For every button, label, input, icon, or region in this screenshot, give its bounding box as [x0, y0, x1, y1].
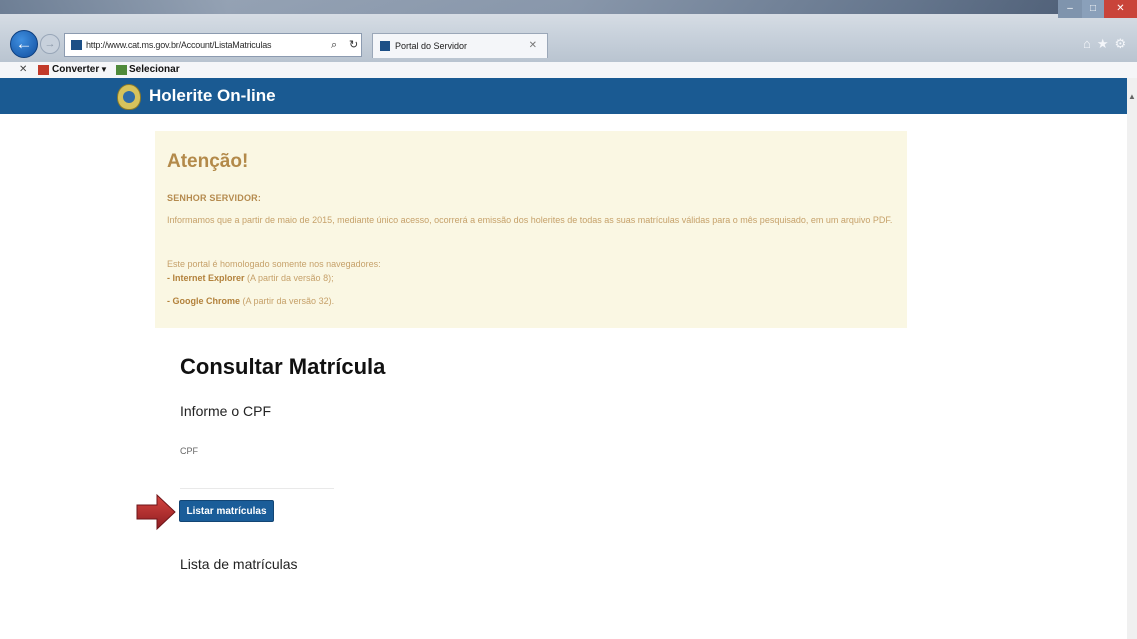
alert-paragraph-browsers: Este portal é homologado somente nos nav… [167, 259, 381, 269]
selecionar-icon [116, 65, 127, 75]
page-title: Consultar Matrícula [180, 354, 386, 379]
cpf-instruction: Informe o CPF [180, 403, 272, 419]
scroll-up-icon[interactable]: ▲ [1127, 92, 1137, 101]
tab-title: Portal do Servidor [395, 41, 468, 51]
state-coat-of-arms-logo [117, 84, 141, 110]
list-matriculas-button[interactable]: Listar matrículas [179, 500, 274, 522]
window-controls: – □ ✕ [1058, 0, 1137, 18]
converter-button[interactable]: Converter [52, 62, 99, 78]
alert-subtitle: SENHOR SERVIDOR: [167, 193, 262, 203]
browser-chrome-name: - Google Chrome [167, 296, 241, 306]
search-icon[interactable]: ⌕ [331, 34, 337, 56]
browser-ie-name: - Internet Explorer [167, 273, 245, 283]
home-icon[interactable]: ⌂ [1083, 36, 1097, 51]
back-arrow-icon[interactable]: ← [10, 30, 38, 58]
site-title[interactable]: Holerite On-line [149, 78, 276, 114]
browser-title-bar: ← → http://www.cat.ms.gov.br/Account/Lis… [0, 0, 1137, 62]
converter-icon [38, 65, 49, 75]
cpf-input[interactable] [180, 466, 334, 489]
title-bar-background [0, 0, 1137, 14]
refresh-icon[interactable]: ↻ [349, 34, 358, 56]
browser-ie-note: (A partir da versão 8); [247, 273, 334, 283]
settings-gear-icon[interactable]: ⚙ [1115, 36, 1133, 51]
browser-control-icons: ⌂★⚙ [1083, 36, 1132, 52]
address-bar[interactable]: http://www.cat.ms.gov.br/Account/ListaMa… [64, 33, 362, 57]
toolbar-close-icon[interactable]: ✕ [19, 62, 27, 78]
browser-chrome-note: (A partir da versão 32). [242, 296, 335, 306]
forward-arrow-icon[interactable]: → [40, 34, 60, 54]
address-url[interactable]: http://www.cat.ms.gov.br/Account/ListaMa… [86, 34, 272, 56]
tab-favicon-icon [380, 41, 390, 51]
alert-paragraph-emission: Informamos que a partir de maio de 2015,… [167, 215, 893, 225]
browser-tab[interactable]: Portal do Servidor ✕ [372, 33, 548, 58]
attention-alert-box: Atenção! SENHOR SERVIDOR: Informamos que… [155, 131, 907, 328]
close-window-icon[interactable]: ✕ [1104, 0, 1137, 18]
cpf-label: CPF [180, 446, 198, 456]
vertical-scrollbar[interactable]: ▲ [1127, 78, 1137, 639]
site-header: Holerite On-line [0, 78, 1127, 114]
site-favicon-icon [71, 40, 82, 50]
alert-title: Atenção! [167, 151, 249, 172]
red-arrow-pointer-icon [136, 493, 176, 531]
selecionar-button[interactable]: Selecionar [129, 62, 180, 78]
supported-browser-chrome: - Google Chrome (A partir da versão 32). [167, 295, 897, 308]
minimize-icon[interactable]: – [1058, 0, 1082, 18]
supported-browser-ie: - Internet Explorer (A partir da versão … [167, 272, 897, 285]
tab-close-icon[interactable]: ✕ [529, 34, 537, 58]
favorites-star-icon[interactable]: ★ [1097, 36, 1115, 51]
matriculas-list-heading: Lista de matrículas [180, 556, 298, 572]
maximize-icon[interactable]: □ [1082, 0, 1104, 18]
converter-dropdown-icon[interactable]: ▼ [100, 62, 108, 78]
command-toolbar: ✕ Converter ▼ Selecionar [0, 62, 1137, 78]
